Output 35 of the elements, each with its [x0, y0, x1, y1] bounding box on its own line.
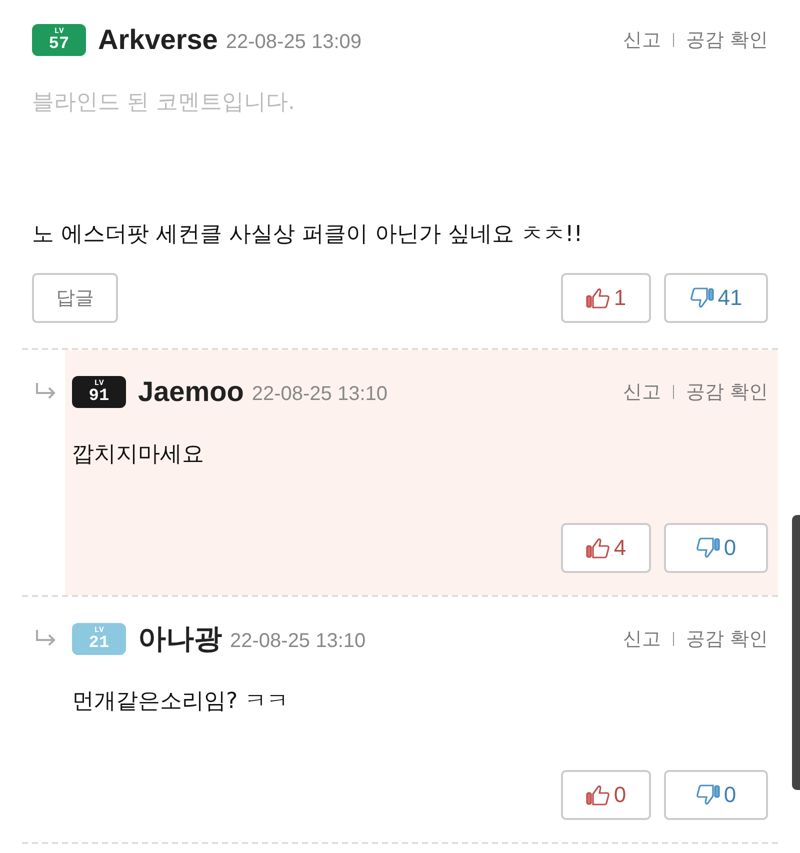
like-button[interactable]: 4 [561, 523, 651, 573]
like-button[interactable]: 1 [561, 273, 651, 323]
reply-arrow-icon [35, 382, 57, 400]
comment-text: 노 에스더팟 세컨클 사실상 퍼클이 아닌가 싶네요 ㅊㅊ!! [32, 221, 584, 249]
thumbs-down-icon [690, 287, 714, 309]
dislike-button[interactable]: 41 [664, 273, 768, 323]
level-badge: LV 57 [32, 24, 86, 56]
report-link[interactable]: 신고 [622, 379, 661, 405]
author-name[interactable]: Arkverse [98, 24, 218, 56]
thumbs-up-icon [586, 537, 610, 559]
comment-date: 22-08-25 13:09 [226, 30, 362, 54]
scrollbar[interactable] [792, 515, 800, 790]
author-name[interactable]: 아나광 [138, 620, 222, 658]
comment-text: 깝치지마세요 [72, 441, 205, 469]
thumbs-up-icon [586, 784, 610, 806]
thumbs-down-icon [696, 537, 720, 559]
level-badge: LV 21 [72, 623, 126, 655]
reactions-link[interactable]: 공감 확인 [686, 626, 768, 652]
comment-date: 22-08-25 13:10 [252, 382, 388, 406]
report-link[interactable]: 신고 [622, 626, 661, 652]
thumbs-up-icon [586, 287, 610, 309]
reactions-link[interactable]: 공감 확인 [686, 379, 768, 405]
comment-date: 22-08-25 13:10 [230, 630, 366, 652]
dislike-button[interactable]: 0 [664, 770, 768, 820]
level-badge: LV 91 [72, 376, 126, 408]
reactions-link[interactable]: 공감 확인 [686, 27, 768, 53]
blinded-notice: 블라인드 된 코멘트입니다. [32, 89, 296, 117]
thumbs-down-icon [696, 784, 720, 806]
author-name[interactable]: Jaemoo [138, 376, 244, 408]
reply-button[interactable]: 답글 [32, 273, 118, 323]
like-button[interactable]: 0 [561, 770, 651, 820]
comment-text: 먼개같은소리임? ㅋㅋ [72, 688, 290, 716]
report-link[interactable]: 신고 [622, 27, 661, 53]
reply-arrow-icon [35, 629, 57, 647]
dislike-button[interactable]: 0 [664, 523, 768, 573]
